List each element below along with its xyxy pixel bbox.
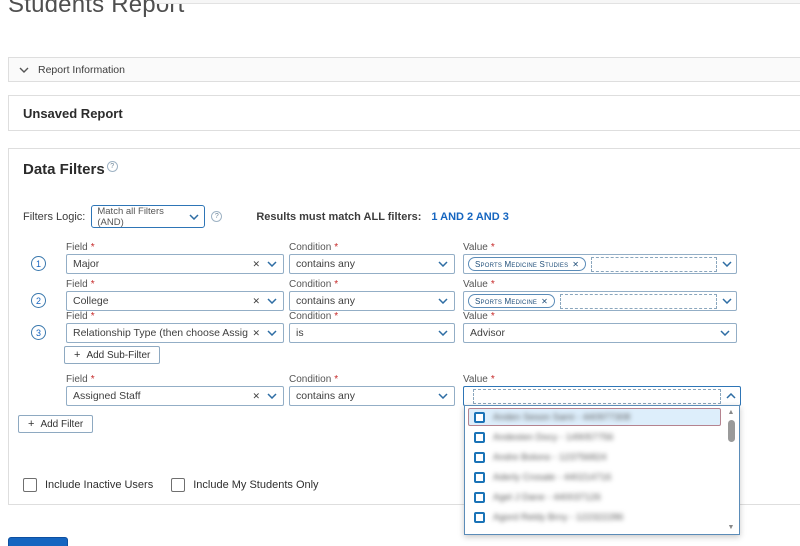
chevron-down-icon xyxy=(438,330,448,336)
value-chip: Sports Medicine ✕ xyxy=(468,294,556,308)
filter1-condition-select[interactable]: contains any xyxy=(289,254,455,274)
filter1-field-select[interactable]: Major ✕ xyxy=(66,254,284,274)
value-column-label: Value * xyxy=(463,374,495,385)
chevron-down-icon xyxy=(722,261,732,267)
filters-logic-select[interactable]: Match all Filters (AND) xyxy=(91,205,206,228)
plus-icon: + xyxy=(74,349,81,361)
dropdown-option[interactable]: Andesten Docy - 149057756 xyxy=(468,428,721,446)
help-icon[interactable]: ? xyxy=(106,161,118,172)
filters-logic-label: Filters Logic: xyxy=(23,210,86,223)
report-information-label: Report Information xyxy=(38,63,125,76)
chevron-down-icon xyxy=(267,298,277,304)
remove-chip-icon[interactable]: ✕ xyxy=(572,260,579,269)
option-checkbox[interactable] xyxy=(474,511,485,523)
dropdown-option[interactable]: Agel J Dane - 440037126 xyxy=(468,488,721,506)
chevron-down-icon xyxy=(438,393,448,399)
chevron-up-icon xyxy=(726,393,736,399)
students-report-page: Students Report Report Information Unsav… xyxy=(0,0,800,546)
condition-column-label: Condition * xyxy=(289,279,339,290)
option-label: Andesten Docy - 149057756 xyxy=(493,431,614,443)
clear-icon[interactable]: ✕ xyxy=(248,328,267,339)
scroll-up-icon[interactable]: ▲ xyxy=(725,408,737,417)
filters-logic-row: Filters Logic: Match all Filters (AND) ?… xyxy=(23,205,509,228)
scrollbar-thumb[interactable] xyxy=(727,420,735,442)
option-checkbox[interactable] xyxy=(474,411,485,423)
add-filter-button[interactable]: + Add Filter xyxy=(18,415,94,433)
run-report-button[interactable]: Run Report xyxy=(8,537,68,546)
filter-number-badge: 3 xyxy=(31,325,46,340)
include-inactive-users-label: Include Inactive Users xyxy=(45,479,154,491)
field-column-label: Field * xyxy=(66,279,95,290)
value-search-input[interactable] xyxy=(473,388,721,404)
condition-column-label: Condition * xyxy=(289,242,339,253)
subfilter-condition-select[interactable]: contains any xyxy=(289,386,455,406)
filter-number-badge: 2 xyxy=(31,293,46,308)
option-checkbox[interactable] xyxy=(474,491,485,503)
dropdown-scrollbar[interactable]: ▲ ▼ xyxy=(725,408,737,532)
option-checkbox[interactable] xyxy=(474,431,485,443)
unsaved-report-label: Unsaved Report xyxy=(23,105,123,121)
condition-column-label: Condition * xyxy=(289,374,339,385)
chevron-down-icon xyxy=(267,330,277,336)
chevron-down-icon xyxy=(720,330,730,336)
option-label: Agel J Dane - 440037126 xyxy=(493,491,601,503)
chevron-down-icon xyxy=(19,67,29,73)
options-row: Include Inactive Users Include My Studen… xyxy=(23,478,319,492)
value-column-label: Value * xyxy=(463,242,495,253)
add-sub-filter-button[interactable]: + Add Sub-Filter xyxy=(64,346,161,364)
data-filters-title: Data Filters? xyxy=(23,161,118,178)
chevron-down-icon xyxy=(267,261,277,267)
chevron-down-icon xyxy=(438,261,448,267)
option-label: Agord Reldy Brny - 122322286 xyxy=(493,511,624,523)
option-checkbox[interactable] xyxy=(474,471,485,483)
report-information-bar[interactable]: Report Information xyxy=(8,57,800,82)
condition-column-label: Condition * xyxy=(289,311,339,322)
scroll-down-icon[interactable]: ▼ xyxy=(725,523,737,532)
filter2-condition-select[interactable]: contains any xyxy=(289,291,455,311)
subfilter-field-select[interactable]: Assigned Staff ✕ xyxy=(66,386,284,406)
field-column-label: Field * xyxy=(66,242,95,253)
option-label: Aderly Crosale - 440214716 xyxy=(493,471,612,483)
include-my-students-only-checkbox[interactable] xyxy=(171,478,186,492)
chevron-down-icon xyxy=(189,213,199,220)
value-search-input[interactable] xyxy=(591,256,717,272)
filter3-value-select[interactable]: Advisor xyxy=(463,323,737,343)
filter3-condition-select[interactable]: is xyxy=(289,323,455,343)
top-divider xyxy=(155,0,800,4)
filter2-field-select[interactable]: College ✕ xyxy=(66,291,284,311)
clear-icon[interactable]: ✕ xyxy=(248,296,267,307)
option-label: Andre Bolono - 123756824 xyxy=(493,451,607,463)
plus-icon: + xyxy=(28,418,35,430)
clear-icon[interactable]: ✕ xyxy=(248,259,267,270)
value-search-input[interactable] xyxy=(560,293,717,309)
dropdown-option[interactable]: Aderly Crosale - 440214716 xyxy=(468,468,721,486)
filter3-field-select[interactable]: Relationship Type (then choose Assigned … xyxy=(66,323,284,343)
clear-icon[interactable]: ✕ xyxy=(248,391,267,402)
field-column-label: Field * xyxy=(66,374,95,385)
value-column-label: Value * xyxy=(463,279,495,290)
assigned-staff-dropdown: Anden Seson Sami - 440977308 Andesten Do… xyxy=(464,405,740,535)
value-column-label: Value * xyxy=(463,311,495,322)
dropdown-option[interactable]: Agord Reldy Brny - 122322286 xyxy=(468,508,721,526)
dropdown-option[interactable]: Anden Seson Sami - 440977308 xyxy=(468,408,721,426)
filter2-value-select[interactable]: Sports Medicine ✕ xyxy=(463,291,737,311)
remove-chip-icon[interactable]: ✕ xyxy=(541,297,548,306)
value-chip: Sports Medicine Studies ✕ xyxy=(468,257,587,271)
filter-number-badge: 1 xyxy=(31,256,46,271)
option-checkbox[interactable] xyxy=(474,451,485,463)
chevron-down-icon xyxy=(722,298,732,304)
filter1-value-select[interactable]: Sports Medicine Studies ✕ xyxy=(463,254,737,274)
chevron-down-icon xyxy=(267,393,277,399)
chevron-down-icon xyxy=(438,298,448,304)
filters-logic-expression: 1 AND 2 AND 3 xyxy=(431,210,509,223)
include-inactive-users-checkbox[interactable] xyxy=(23,478,37,492)
option-label: Anden Seson Sami - 440977308 xyxy=(493,411,631,423)
help-icon[interactable]: ? xyxy=(211,211,223,222)
unsaved-report-panel: Unsaved Report xyxy=(8,95,800,131)
field-column-label: Field * xyxy=(66,311,95,322)
subfilter-value-select[interactable] xyxy=(463,386,741,406)
include-my-students-only-label: Include My Students Only xyxy=(193,479,319,491)
dropdown-option[interactable]: Andre Bolono - 123756824 xyxy=(468,448,721,466)
results-must-match-text: Results must match ALL filters: xyxy=(256,210,422,223)
